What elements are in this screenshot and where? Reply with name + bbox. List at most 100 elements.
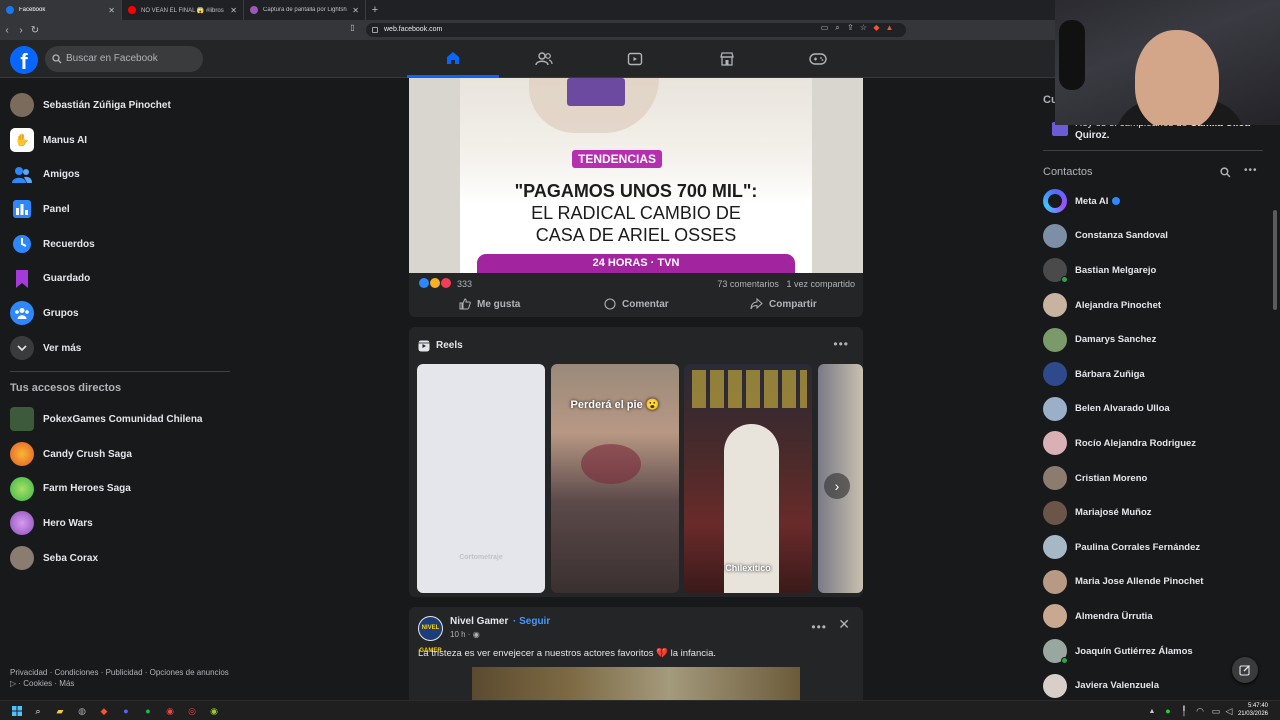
network-icon[interactable]: ▭ bbox=[1209, 704, 1223, 718]
screen-icon[interactable]: ▭ bbox=[818, 23, 831, 33]
follow-label: Seguir bbox=[519, 616, 551, 627]
app-icon[interactable]: ◎ bbox=[185, 704, 199, 718]
sidebar-item-panel[interactable]: Panel bbox=[0, 192, 240, 227]
app-icon[interactable]: ◉ bbox=[163, 704, 177, 718]
like-button[interactable]: Me gusta bbox=[459, 298, 520, 310]
volume-icon[interactable]: ◁ bbox=[1222, 704, 1236, 718]
reel-caption: Cortometraje bbox=[459, 554, 503, 561]
folder-icon[interactable]: ▰ bbox=[53, 704, 67, 718]
discord-icon[interactable]: ● bbox=[119, 704, 133, 718]
sidebar-item-label: Grupos bbox=[43, 307, 79, 319]
status-icon[interactable]: ● bbox=[1161, 704, 1175, 718]
wifi-icon[interactable]: ◠ bbox=[1193, 704, 1207, 718]
shortcut-item[interactable]: Hero Wars bbox=[0, 506, 240, 541]
contact-item[interactable]: Almendra Ürrutia bbox=[1034, 599, 1280, 634]
compose-icon bbox=[1239, 665, 1250, 676]
contact-item[interactable]: Bastian Melgarejo bbox=[1034, 253, 1280, 288]
reel-card[interactable]: Cortometraje bbox=[417, 364, 545, 593]
search-icon[interactable] bbox=[1220, 167, 1231, 178]
new-message-button[interactable] bbox=[1232, 657, 1258, 683]
contact-item[interactable]: Cristian Moreno bbox=[1034, 461, 1280, 496]
forward-icon[interactable]: › bbox=[14, 25, 28, 36]
microphone-shape bbox=[1059, 20, 1085, 90]
shares-count[interactable]: 1 vez compartido bbox=[786, 279, 855, 289]
back-icon[interactable]: ‹ bbox=[0, 25, 14, 36]
contact-item[interactable]: Maria Jose Allende Pinochet bbox=[1034, 565, 1280, 600]
comments-count[interactable]: 73 comentarios bbox=[717, 279, 779, 289]
contact-item[interactable]: Bárbara Zuñiga bbox=[1034, 357, 1280, 392]
share-icon[interactable]: ⇪ bbox=[844, 23, 857, 33]
reload-icon[interactable]: ↻ bbox=[28, 25, 42, 36]
contact-item[interactable]: Belen Alvarado Ulloa bbox=[1034, 392, 1280, 427]
system-clock[interactable]: 5:47:40 21/03/2026 bbox=[1238, 702, 1268, 718]
chevron-up-icon[interactable]: ▲ bbox=[1145, 704, 1159, 718]
close-tab-icon[interactable]: ✕ bbox=[108, 6, 115, 15]
tab-lightshot[interactable]: Captura de pantalla por Lightshot ✕ bbox=[244, 0, 366, 20]
contact-item[interactable]: Alejandra Pinochet bbox=[1034, 288, 1280, 323]
share-button[interactable]: Compartir bbox=[750, 298, 817, 310]
contact-item[interactable]: Meta AI bbox=[1034, 184, 1280, 219]
brave-icon[interactable]: ◆ bbox=[97, 704, 111, 718]
shortcut-item[interactable]: Farm Heroes Saga bbox=[0, 471, 240, 506]
windows-start-icon[interactable] bbox=[10, 704, 24, 718]
sidebar-item-groups[interactable]: Grupos bbox=[0, 296, 240, 331]
spotify-icon[interactable]: ● bbox=[141, 704, 155, 718]
sidebar-item-saved[interactable]: Guardado bbox=[0, 261, 240, 296]
close-tab-icon[interactable]: ✕ bbox=[352, 6, 359, 15]
sidebar-item-friends[interactable]: Amigos bbox=[0, 157, 240, 192]
nav-marketplace[interactable] bbox=[681, 40, 773, 78]
sidebar-item-profile[interactable]: Sebastián Zúñiga Pinochet bbox=[0, 88, 240, 123]
contact-item[interactable]: Paulina Corrales Fernández bbox=[1034, 530, 1280, 565]
reaction-count[interactable]: 333 bbox=[457, 279, 472, 289]
nav-video[interactable] bbox=[589, 40, 681, 78]
shortcut-item[interactable]: Seba Corax bbox=[0, 541, 240, 576]
gaming-icon bbox=[809, 53, 827, 65]
post-image[interactable] bbox=[472, 667, 800, 700]
post-author[interactable]: Nivel Gamer bbox=[450, 616, 508, 627]
tab-youtube[interactable]: NO VEAN EL FINAL 😱 #libros #ficci ✕ bbox=[122, 0, 244, 20]
app-icon[interactable]: ◉ bbox=[207, 704, 221, 718]
microphone-icon[interactable]: ╿ bbox=[1177, 704, 1191, 718]
shortcut-item[interactable]: Candy Crush Saga bbox=[0, 437, 240, 472]
bookmark-icon[interactable]: ▯ bbox=[346, 23, 359, 32]
follow-button[interactable]: · Seguir bbox=[513, 616, 550, 627]
more-options-icon[interactable]: ••• bbox=[811, 620, 827, 634]
search-icon[interactable]: ⌕ bbox=[31, 704, 45, 718]
contact-item[interactable]: Constanza Sandoval bbox=[1034, 219, 1280, 254]
nav-gaming[interactable] bbox=[772, 40, 864, 78]
contact-item[interactable]: Mariajosé Muñoz bbox=[1034, 495, 1280, 530]
comment-button[interactable]: Comentar bbox=[604, 298, 669, 310]
nav-home[interactable] bbox=[407, 40, 499, 78]
new-tab-button[interactable]: + bbox=[366, 0, 384, 20]
clock-time: 5:47:40 bbox=[1247, 703, 1268, 709]
footer-links[interactable]: Privacidad · Condiciones · Publicidad · … bbox=[10, 667, 230, 689]
sidebar-item-manus[interactable]: ✋ Manus AI bbox=[0, 123, 240, 158]
sidebar-item-see-more[interactable]: Ver más bbox=[0, 331, 240, 366]
next-arrow-icon[interactable]: › bbox=[824, 473, 850, 499]
reel-card[interactable]: Perderá el pie 😮 bbox=[551, 364, 679, 593]
close-tab-icon[interactable]: ✕ bbox=[230, 6, 237, 15]
more-options-icon[interactable]: ••• bbox=[833, 337, 849, 351]
brave-rewards-icon[interactable]: ▲ bbox=[883, 23, 896, 33]
brave-shield-icon[interactable]: ◆ bbox=[870, 23, 883, 33]
webcam-overlay bbox=[1055, 0, 1280, 125]
tab-facebook[interactable]: Facebook ✕ bbox=[0, 0, 122, 20]
more-options-icon[interactable]: ••• bbox=[1244, 165, 1258, 176]
reel-card[interactable]: Chilexitico bbox=[684, 364, 812, 593]
shortcut-item[interactable]: PokexGames Comunidad Chilena bbox=[0, 402, 240, 437]
facebook-logo[interactable]: f bbox=[10, 46, 38, 74]
app-icon[interactable]: ◍ bbox=[75, 704, 89, 718]
page-avatar[interactable]: NIVEL GAMER bbox=[418, 616, 443, 654]
post-image[interactable]: TENDENCIAS "PAGAMOS UNOS 700 MIL": EL RA… bbox=[409, 78, 863, 273]
sidebar-item-memories[interactable]: Recuerdos bbox=[0, 227, 240, 262]
comment-share-count[interactable]: 73 comentarios 1 vez compartido bbox=[717, 279, 855, 289]
star-icon[interactable]: ☆ bbox=[857, 23, 870, 33]
nav-friends[interactable] bbox=[498, 40, 590, 78]
zoom-icon[interactable]: ⌕ bbox=[831, 23, 844, 33]
search-input[interactable]: Buscar en Facebook bbox=[45, 46, 203, 72]
contact-item[interactable]: Rocío Alejandra Rodriguez bbox=[1034, 426, 1280, 461]
post-time-text[interactable]: 10 h bbox=[450, 630, 466, 639]
scrollbar[interactable] bbox=[1273, 210, 1277, 310]
close-icon[interactable]: ✕ bbox=[838, 616, 850, 633]
contact-item[interactable]: Damarys Sanchez bbox=[1034, 322, 1280, 357]
